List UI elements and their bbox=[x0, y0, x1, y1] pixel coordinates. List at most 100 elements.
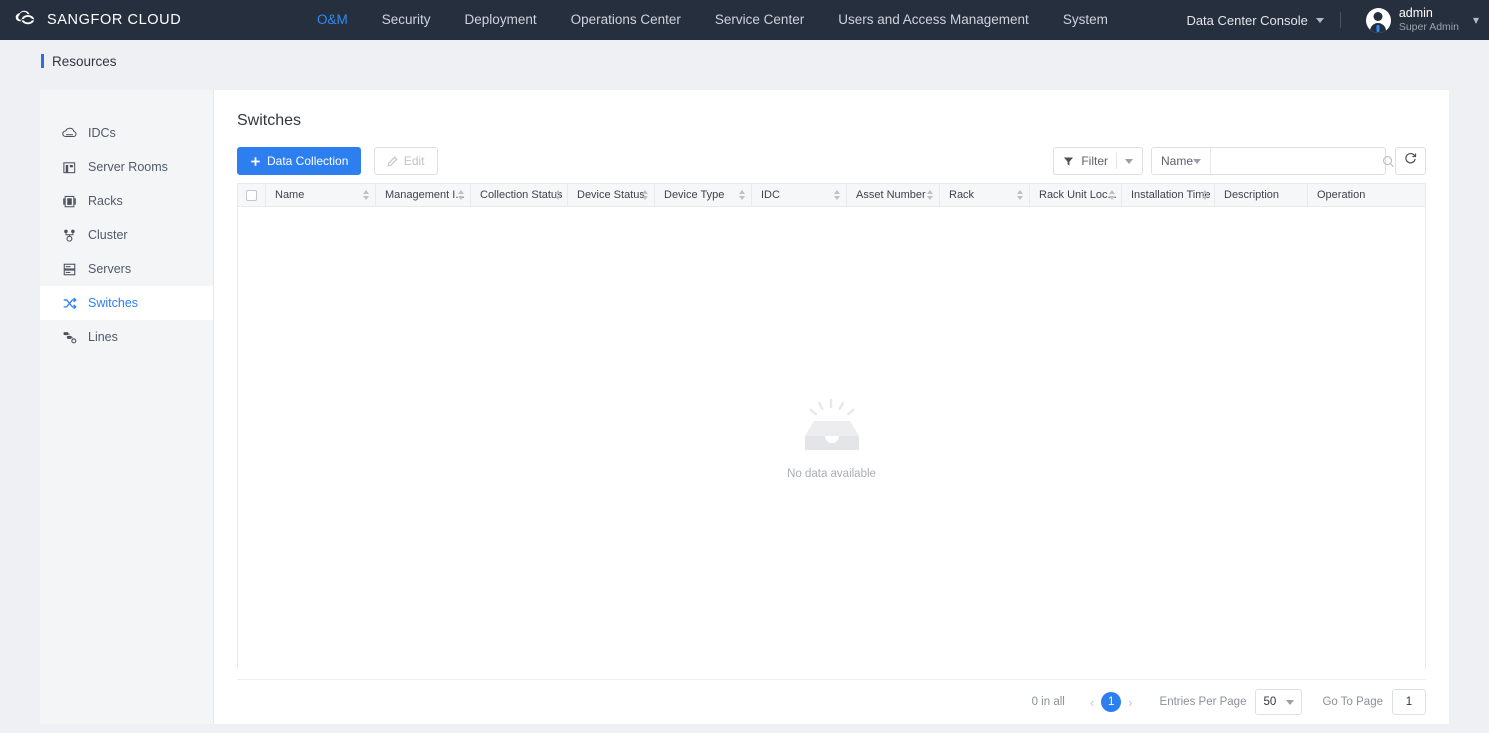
column-header-management-ip[interactable]: Management I... bbox=[376, 184, 471, 206]
entries-per-page-label: Entries Per Page bbox=[1159, 696, 1247, 708]
nav-item-security[interactable]: Security bbox=[365, 0, 448, 40]
filter-button[interactable]: Filter bbox=[1053, 147, 1143, 175]
column-label: Device Type bbox=[664, 189, 725, 201]
sidebar-item-label: Racks bbox=[88, 194, 123, 208]
brand[interactable]: SANGFOR CLOUD bbox=[0, 9, 300, 31]
page-number-1[interactable]: 1 bbox=[1101, 692, 1122, 712]
search-field-select[interactable]: Name bbox=[1152, 148, 1212, 174]
edit-button[interactable]: Edit bbox=[373, 147, 438, 175]
nav-item-service-center[interactable]: Service Center bbox=[698, 0, 821, 40]
table-header-row: Name Management I... Collection Status D… bbox=[238, 184, 1425, 207]
table-body: No data available bbox=[238, 207, 1425, 669]
breadcrumb-accent-bar bbox=[41, 54, 44, 68]
funnel-icon bbox=[1063, 156, 1074, 167]
sidebar-item-lines[interactable]: Lines bbox=[40, 320, 213, 354]
sidebar-item-switches[interactable]: Switches bbox=[40, 286, 213, 320]
console-selector-label: Data Center Console bbox=[1186, 12, 1308, 28]
column-header-device-status[interactable]: Device Status bbox=[568, 184, 655, 206]
sort-icon[interactable] bbox=[834, 190, 840, 200]
chevron-down-icon bbox=[1125, 158, 1133, 164]
column-label: Rack bbox=[949, 189, 975, 201]
sidebar-item-servers[interactable]: Servers bbox=[40, 252, 213, 286]
avatar bbox=[1365, 7, 1391, 33]
column-header-rack[interactable]: Rack bbox=[940, 184, 1030, 206]
column-header-description: Description bbox=[1215, 184, 1308, 206]
pencil-icon bbox=[387, 155, 398, 167]
column-label: Installation Time bbox=[1131, 189, 1211, 201]
sidebar-item-label: Server Rooms bbox=[88, 160, 168, 174]
nav-item-operations-center[interactable]: Operations Center bbox=[554, 0, 698, 40]
column-label: Rack Unit Loc... bbox=[1039, 189, 1117, 201]
toolbar: Data Collection Edit Filter Name bbox=[237, 147, 1426, 175]
next-page-button[interactable]: › bbox=[1121, 695, 1139, 710]
user-info: admin Super Admin bbox=[1399, 6, 1459, 35]
sort-icon[interactable] bbox=[1017, 190, 1023, 200]
refresh-button[interactable] bbox=[1395, 147, 1426, 175]
sort-icon[interactable] bbox=[555, 190, 561, 200]
search-input[interactable] bbox=[1211, 148, 1383, 174]
sort-icon[interactable] bbox=[458, 190, 464, 200]
column-header-idc[interactable]: IDC bbox=[752, 184, 847, 206]
sort-icon[interactable] bbox=[739, 190, 745, 200]
prev-page-button[interactable]: ‹ bbox=[1083, 695, 1101, 710]
page-title: Switches bbox=[237, 112, 302, 129]
select-all-checkbox[interactable] bbox=[246, 189, 257, 201]
chevron-down-icon: ▾ bbox=[1472, 13, 1479, 27]
user-role: Super Admin bbox=[1398, 21, 1459, 34]
chevron-down-icon bbox=[1286, 699, 1295, 705]
header-divider bbox=[1339, 12, 1341, 28]
header-right: Data Center Console admin Super Admin ▾ bbox=[1186, 0, 1479, 40]
servers-icon bbox=[62, 262, 77, 277]
chevron-down-icon bbox=[1315, 17, 1324, 23]
column-header-name[interactable]: Name bbox=[266, 184, 376, 206]
user-name: admin bbox=[1398, 5, 1433, 20]
sort-icon[interactable] bbox=[1109, 190, 1115, 200]
go-to-page-label: Go To Page bbox=[1322, 696, 1383, 708]
column-label: Management I... bbox=[385, 189, 465, 201]
sidebar-item-label: IDCs bbox=[88, 126, 116, 140]
nav-item-users-and-access-management[interactable]: Users and Access Management bbox=[821, 0, 1046, 40]
column-label: IDC bbox=[761, 189, 780, 201]
sidebar-item-server-rooms[interactable]: Server Rooms bbox=[40, 150, 213, 184]
brand-name: SANGFOR CLOUD bbox=[47, 12, 182, 28]
nav-item-deployment[interactable]: Deployment bbox=[448, 0, 554, 40]
sidebar-item-label: Lines bbox=[88, 330, 118, 344]
edit-label: Edit bbox=[403, 154, 425, 168]
empty-box-icon bbox=[797, 397, 867, 458]
plus-icon bbox=[250, 156, 261, 167]
search-field-value: Name bbox=[1161, 154, 1194, 168]
sort-icon[interactable] bbox=[642, 190, 648, 200]
cloud-logo-icon bbox=[12, 9, 38, 31]
breadcrumb-label: Resources bbox=[52, 53, 117, 69]
sort-icon[interactable] bbox=[363, 190, 369, 200]
go-to-page-input[interactable] bbox=[1392, 689, 1426, 715]
main-menu: O&M Security Deployment Operations Cente… bbox=[300, 0, 1125, 40]
filter-label: Filter bbox=[1081, 154, 1108, 168]
sidebar: IDCs Server Rooms Racks Cluster Servers bbox=[40, 90, 214, 724]
cloud-icon bbox=[62, 126, 77, 141]
sort-icon[interactable] bbox=[927, 190, 933, 200]
column-header-rack-unit-location[interactable]: Rack Unit Loc... bbox=[1030, 184, 1122, 206]
console-selector[interactable]: Data Center Console bbox=[1186, 12, 1324, 28]
refresh-icon bbox=[1404, 152, 1417, 170]
user-menu[interactable]: admin Super Admin ▾ bbox=[1365, 6, 1479, 35]
nav-item-om[interactable]: O&M bbox=[300, 0, 365, 40]
sidebar-item-racks[interactable]: Racks bbox=[40, 184, 213, 218]
sidebar-item-idcs[interactable]: IDCs bbox=[40, 116, 213, 150]
nav-item-system[interactable]: System bbox=[1046, 0, 1125, 40]
entries-per-page-select[interactable]: 50 bbox=[1255, 689, 1303, 715]
column-label: Description bbox=[1224, 189, 1280, 201]
column-header-collection-status[interactable]: Collection Status bbox=[471, 184, 568, 206]
sidebar-item-cluster[interactable]: Cluster bbox=[40, 218, 213, 252]
column-header-installation-time[interactable]: Installation Time bbox=[1122, 184, 1215, 206]
sort-icon[interactable] bbox=[1202, 190, 1208, 200]
column-header-device-type[interactable]: Device Type bbox=[655, 184, 752, 206]
sidebar-item-label: Cluster bbox=[88, 228, 128, 242]
switch-icon bbox=[62, 296, 77, 311]
column-label: Collection Status bbox=[480, 189, 563, 201]
data-collection-button[interactable]: Data Collection bbox=[237, 147, 362, 175]
column-label: Device Status bbox=[577, 189, 645, 201]
column-header-asset-number[interactable]: Asset Number bbox=[847, 184, 940, 206]
column-header-operation: Operation bbox=[1308, 184, 1425, 206]
sidebar-item-label: Servers bbox=[88, 262, 132, 276]
